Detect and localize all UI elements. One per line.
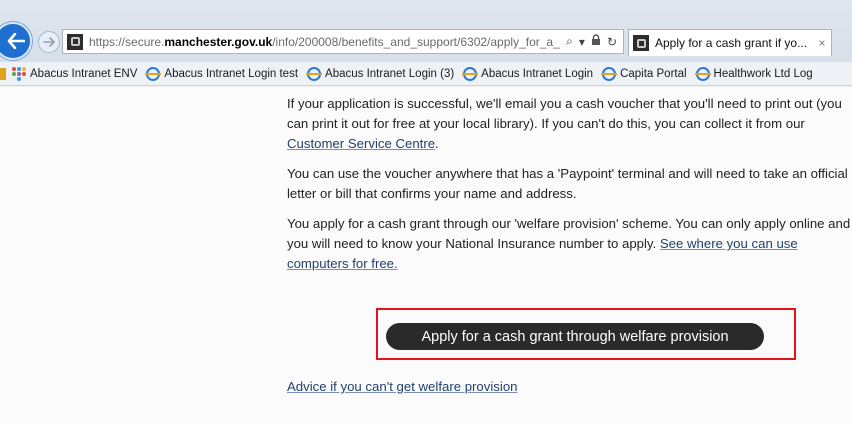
favorite-label: Abacus Intranet Login: [481, 67, 594, 80]
favorite-label: Abacus Intranet Login (3): [325, 67, 455, 80]
tab-title: Apply for a cash grant if yo...: [655, 36, 808, 50]
ie-page-icon: [462, 66, 479, 81]
ie-page-icon: [306, 66, 323, 81]
tab-apply-cash-grant[interactable]: Apply for a cash grant if yo... ×: [628, 29, 832, 56]
advice-welfare-provision-link[interactable]: Advice if you can't get welfare provisio…: [287, 379, 518, 394]
paragraph-paypoint: You can use the voucher anywhere that ha…: [287, 166, 848, 201]
favorites-star-icon[interactable]: [0, 67, 6, 80]
url-text[interactable]: https://secure.manchester.gov.uk/info/20…: [89, 35, 560, 49]
favorite-capita-portal[interactable]: Capita Portal: [601, 66, 687, 81]
dropdown-icon[interactable]: ▾: [579, 35, 585, 49]
url-domain: manchester.gov.uk: [164, 34, 273, 49]
favorite-abacus-intranet-env[interactable]: Abacus Intranet ENV: [12, 66, 138, 81]
paragraph-welfare-provision: You apply for a cash grant through our '…: [287, 214, 852, 274]
favorites-bar: Abacus Intranet ENV Abacus Intranet Logi…: [0, 62, 852, 86]
apply-cash-grant-button[interactable]: Apply for a cash grant through welfare p…: [386, 323, 764, 350]
tab-favicon-icon: [633, 35, 649, 51]
paragraph-voucher-email: If your application is successful, we'll…: [287, 94, 852, 154]
favorite-healthwork-ltd[interactable]: Healthwork Ltd Log: [694, 66, 813, 81]
refresh-icon[interactable]: ↻: [607, 35, 617, 49]
back-button[interactable]: [0, 22, 32, 60]
tab-close-icon[interactable]: ×: [813, 36, 831, 50]
site-favicon-icon: [67, 33, 83, 50]
favorite-label: Abacus Intranet ENV: [30, 67, 138, 80]
url-path: /info/200008/benefits_and_support/6302/a…: [272, 34, 561, 49]
arrow-left-icon: [7, 33, 25, 49]
search-icon[interactable]: ⌕: [566, 34, 573, 49]
article-body: If your application is successful, we'll…: [287, 87, 852, 274]
ie-page-icon: [145, 66, 162, 81]
url-scheme: https://secure.: [89, 34, 165, 49]
arrow-right-icon: [43, 37, 55, 47]
page-content: If your application is successful, we'll…: [0, 87, 852, 424]
favorite-abacus-intranet-login[interactable]: Abacus Intranet Login: [462, 66, 594, 81]
lock-icon[interactable]: [591, 34, 601, 49]
favorite-label: Abacus Intranet Login test: [164, 67, 299, 80]
browser-toolbar: https://secure.manchester.gov.uk/info/20…: [0, 0, 852, 62]
favorite-abacus-intranet-login-3[interactable]: Abacus Intranet Login (3): [306, 66, 455, 81]
customer-service-centre-link[interactable]: Customer Service Centre: [287, 136, 435, 151]
paragraph-end: .: [435, 136, 439, 151]
address-bar[interactable]: https://secure.manchester.gov.uk/info/20…: [62, 29, 624, 54]
favorite-label: Healthwork Ltd Log: [713, 67, 813, 80]
ie-page-icon: [694, 66, 711, 81]
colorful-dots-icon: [12, 66, 26, 81]
paragraph-text: If your application is successful, we'll…: [287, 96, 842, 131]
ie-page-icon: [601, 66, 618, 81]
highlight-box: Apply for a cash grant through welfare p…: [376, 308, 796, 360]
forward-button[interactable]: [38, 31, 60, 53]
favorite-label: Capita Portal: [620, 67, 687, 80]
favorite-abacus-intranet-login-test[interactable]: Abacus Intranet Login test: [145, 66, 299, 81]
